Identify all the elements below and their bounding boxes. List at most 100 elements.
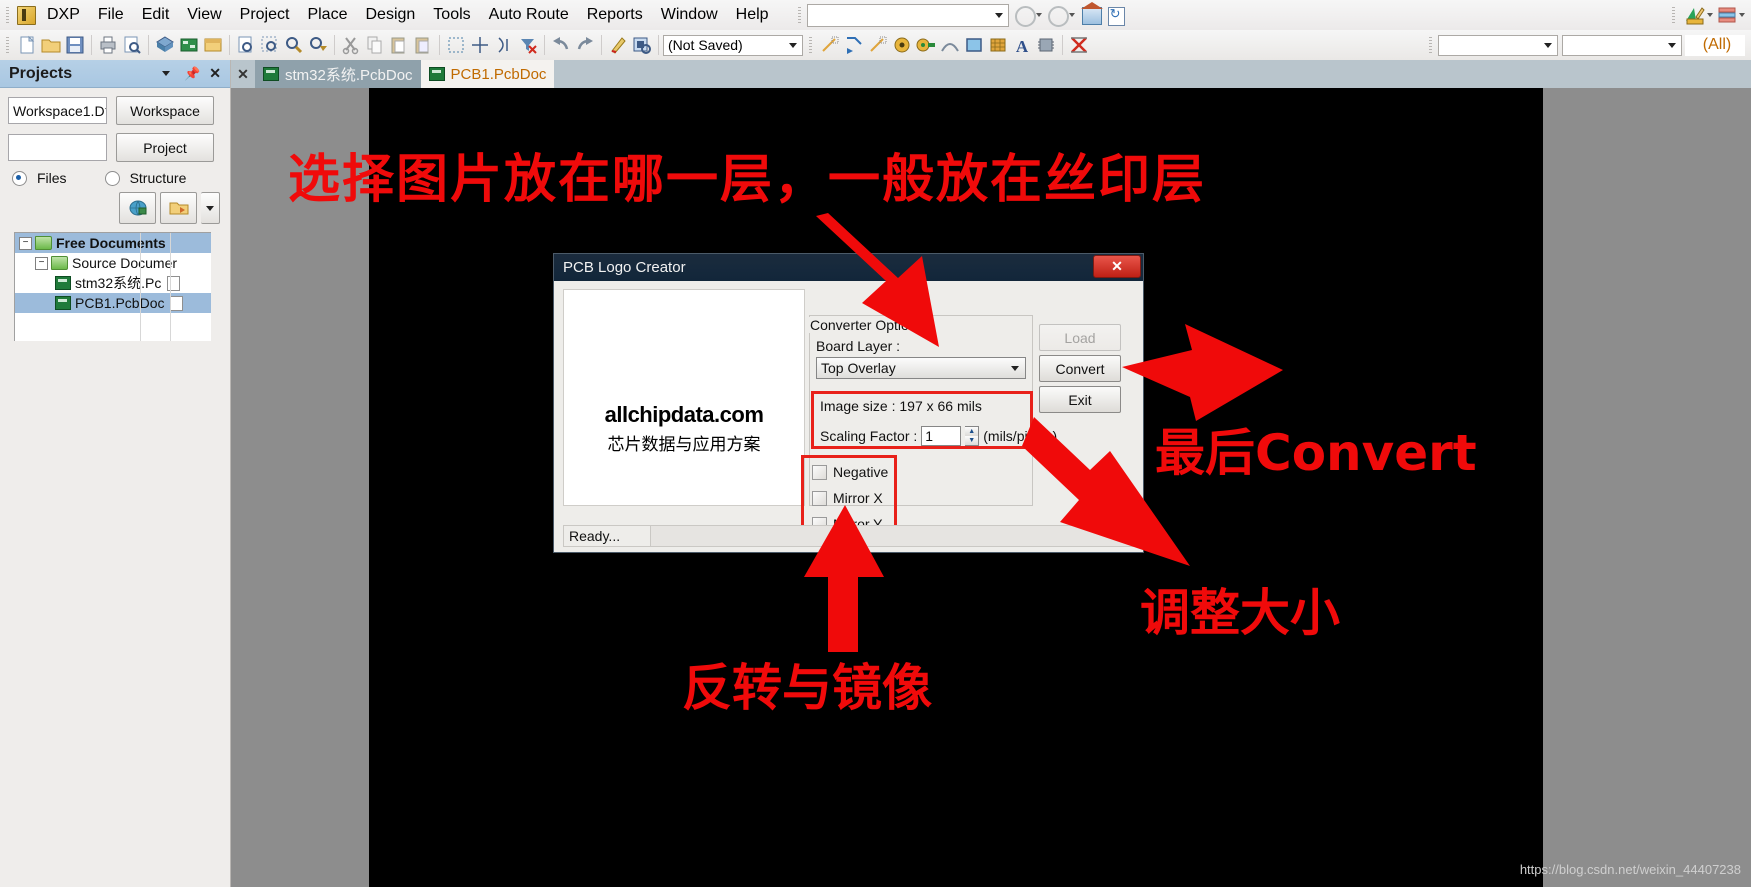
layers-icon[interactable] <box>1716 4 1738 26</box>
workspace-combo[interactable]: Workspace1.D <box>8 97 107 124</box>
board-3d-icon[interactable] <box>154 34 176 56</box>
toolbar-grip-3[interactable] <box>1427 35 1435 55</box>
chevron-down-icon[interactable] <box>994 12 1003 18</box>
library-icon[interactable] <box>202 34 224 56</box>
radio-structure[interactable] <box>104 170 120 186</box>
dialog-close-button[interactable]: ✕ <box>1093 255 1141 278</box>
toolbar-grip-1[interactable] <box>4 35 12 55</box>
home-icon[interactable] <box>1079 2 1103 26</box>
expander-icon[interactable]: − <box>35 256 48 270</box>
toolbar-grip-2[interactable] <box>807 35 815 55</box>
place-component-icon[interactable] <box>1035 34 1057 56</box>
cross-probe-icon[interactable] <box>607 34 629 56</box>
expander-icon[interactable]: − <box>19 236 32 250</box>
menu-item-dxp[interactable]: DXP <box>38 3 89 27</box>
close-icon[interactable]: ✕ <box>209 65 221 82</box>
menu-item-auto-route[interactable]: Auto Route <box>480 3 578 27</box>
chevron-down-icon[interactable] <box>1544 42 1552 48</box>
select-area-icon[interactable] <box>445 34 467 56</box>
cut-icon[interactable] <box>340 34 362 56</box>
place-arc-line-icon[interactable] <box>867 34 889 56</box>
place-fill-icon[interactable] <box>963 34 985 56</box>
save-icon[interactable] <box>64 34 86 56</box>
place-via-icon[interactable] <box>891 34 913 56</box>
convert-button[interactable]: Convert <box>1039 355 1121 382</box>
forward-dropdown-icon[interactable] <box>1068 13 1075 17</box>
compile-icon[interactable] <box>119 192 156 224</box>
menu-item-reports[interactable]: Reports <box>578 3 652 27</box>
zoom-filter-icon[interactable] <box>307 34 329 56</box>
chevron-down-icon[interactable] <box>104 108 106 113</box>
open-folder-icon[interactable] <box>40 34 62 56</box>
stepper-down-icon[interactable]: ▼ <box>965 436 979 445</box>
menu-item-place[interactable]: Place <box>298 3 356 27</box>
move-icon[interactable] <box>469 34 491 56</box>
exit-button[interactable]: Exit <box>1039 386 1121 413</box>
menu-item-project[interactable]: Project <box>231 3 299 27</box>
align-icon[interactable] <box>493 34 515 56</box>
menu-bar-grip[interactable] <box>4 5 12 25</box>
chevron-down-icon[interactable] <box>162 71 171 76</box>
pin-icon[interactable]: 📌 <box>184 66 200 82</box>
forward-icon[interactable] <box>1046 4 1069 27</box>
menu-item-view[interactable]: View <box>178 3 230 27</box>
menu-item-file[interactable]: File <box>89 3 133 27</box>
board-layer-select[interactable]: Top Overlay <box>816 357 1026 379</box>
stepper-up-icon[interactable]: ▲ <box>965 427 979 436</box>
menu-item-tools[interactable]: Tools <box>424 3 479 27</box>
zoom-in-icon[interactable] <box>283 34 305 56</box>
place-arc-icon[interactable] <box>939 34 961 56</box>
place-pad-icon[interactable] <box>915 34 937 56</box>
tree-item-stm32-pcbdoc[interactable]: stm32系统.Pc <box>15 273 211 293</box>
checkbox-row-mirror-x[interactable]: Mirror X <box>812 490 888 506</box>
tree-item-source-documents[interactable]: − Source Documer <box>15 253 211 273</box>
place-track-icon[interactable] <box>843 34 865 56</box>
browse-component-icon[interactable] <box>631 34 653 56</box>
mirror-x-checkbox[interactable] <box>812 490 827 506</box>
open-project-icon[interactable] <box>160 192 197 224</box>
scaling-factor-input[interactable]: 1 <box>921 426 962 446</box>
zoom-document-icon[interactable] <box>235 34 257 56</box>
address-input[interactable] <box>806 3 1009 27</box>
filter-combo-2[interactable] <box>1562 34 1682 56</box>
view-toolbar-grip[interactable] <box>1670 5 1678 25</box>
pcb-board-icon[interactable] <box>178 34 200 56</box>
document-combo[interactable]: (Not Saved) <box>663 34 803 56</box>
place-line-icon[interactable] <box>819 34 841 56</box>
view-dropdown-icon[interactable] <box>1707 13 1713 17</box>
undo-icon[interactable] <box>550 34 572 56</box>
cancel-route-icon[interactable] <box>1068 34 1090 56</box>
copy-icon[interactable] <box>364 34 386 56</box>
back-dropdown-icon[interactable] <box>1035 13 1042 17</box>
radio-files[interactable] <box>12 170 27 186</box>
menu-item-window[interactable]: Window <box>652 3 727 27</box>
tree-item-pcb1-pcbdoc[interactable]: PCB1.PcbDoc <box>15 293 211 313</box>
tab-pcb1-pcbdoc[interactable]: PCB1.PcbDoc <box>420 60 555 88</box>
clear-filter-icon[interactable] <box>517 34 539 56</box>
menu-item-design[interactable]: Design <box>356 3 424 27</box>
print-icon[interactable] <box>97 34 119 56</box>
logo-preview-area[interactable]: allchipdata.com 芯片数据与应用方案 <box>563 289 805 506</box>
load-button[interactable]: Load <box>1039 324 1121 351</box>
place-polygon-icon[interactable] <box>987 34 1009 56</box>
tab-close-button[interactable]: ✕ <box>231 60 255 88</box>
nav-toolbar-grip[interactable] <box>795 5 804 25</box>
chevron-down-icon[interactable] <box>1668 42 1676 48</box>
menu-item-help[interactable]: Help <box>727 3 778 27</box>
zoom-area-icon[interactable] <box>259 34 281 56</box>
paste-icon[interactable] <box>388 34 410 56</box>
redo-icon[interactable] <box>574 34 596 56</box>
tree-item-free-documents[interactable]: − Free Documents <box>15 233 211 253</box>
layers-dropdown-icon[interactable] <box>1739 13 1745 17</box>
project-button[interactable]: Project <box>116 133 214 162</box>
menu-item-edit[interactable]: Edit <box>133 3 179 27</box>
tab-stm32-pcbdoc[interactable]: stm32系统.PcbDoc <box>255 60 421 88</box>
print-preview-icon[interactable] <box>121 34 143 56</box>
filter-combo-1[interactable] <box>1438 34 1558 56</box>
back-icon[interactable] <box>1013 4 1036 27</box>
dropdown-arrow-icon[interactable] <box>201 192 220 224</box>
place-string-icon[interactable]: A <box>1011 34 1033 56</box>
checkbox-row-negative[interactable]: Negative <box>812 464 888 480</box>
negative-checkbox[interactable] <box>812 464 827 480</box>
ruler-pencil-icon[interactable] <box>1684 4 1706 26</box>
